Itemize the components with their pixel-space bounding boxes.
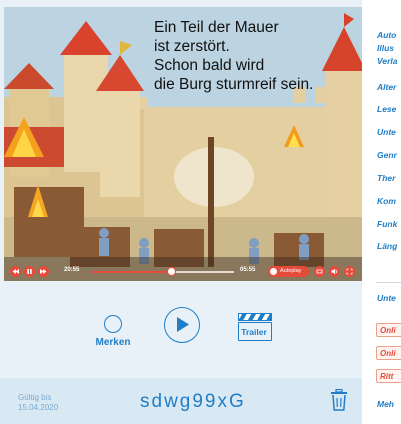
progress-track[interactable] [92, 271, 234, 273]
time-total: 05:55 [240, 267, 256, 273]
toggle-knob-icon [270, 268, 277, 275]
pause-icon[interactable] [24, 266, 35, 277]
merken-label: Merken [95, 337, 131, 348]
play-button[interactable] [164, 307, 200, 343]
detail-label: Kom [377, 196, 396, 206]
detail-label: Genr [377, 150, 397, 160]
progress-fill [92, 271, 172, 273]
category-tag[interactable]: Ritt [376, 369, 401, 383]
fullscreen-icon[interactable] [344, 266, 355, 277]
validity-date: 15.04.2020 [18, 403, 59, 412]
clapperboard-icon [238, 313, 272, 321]
autoplay-label: Autoplay [280, 268, 302, 274]
detail-label: Unte [377, 293, 396, 303]
sidebar-divider [376, 282, 401, 283]
trash-icon[interactable] [330, 389, 348, 411]
settings-icon[interactable] [314, 266, 325, 277]
clapperboard-body: Trailer [238, 322, 272, 341]
trailer-button[interactable]: Trailer [236, 313, 274, 343]
trailer-label: Trailer [241, 327, 267, 337]
detail-label: Alter [377, 82, 397, 92]
video-caption: Ein Teil der Mauer ist zerstört. Schon b… [154, 18, 354, 94]
detail-label: Ther [377, 173, 396, 183]
detail-label: Lese [377, 104, 397, 114]
caption-line: Schon bald wird [154, 57, 265, 74]
bookmark-circle-icon [104, 315, 122, 333]
detail-label: Funk [377, 219, 398, 229]
code-bar: Gültig bis 15.04.2020 sdwg99xG [0, 378, 362, 424]
action-row: Merken Trailer [0, 300, 362, 360]
caption-line: Ein Teil der Mauer [154, 19, 279, 36]
time-elapsed: 20:55 [64, 267, 80, 273]
progress-knob[interactable] [167, 267, 177, 276]
validity-label: Gültig bis [18, 393, 52, 402]
product-panel: Ein Teil der Mauer ist zerstört. Schon b… [0, 0, 362, 424]
validity-info: Gültig bis 15.04.2020 [18, 393, 58, 413]
detail-label: Auto [377, 30, 397, 40]
detail-label: Unte [377, 127, 396, 137]
detail-label: Illus [377, 43, 395, 53]
player-controls: 20:55 05:55 Autoplay [4, 262, 362, 281]
access-code: sdwg99xG [140, 391, 246, 412]
details-sidebar: Auto Illus Verla Alter Lese Unte Genr Th… [362, 0, 401, 424]
volume-icon[interactable] [329, 266, 340, 277]
caption-line: die Burg sturmreif sein. [154, 76, 314, 93]
merken-button[interactable]: Merken [90, 308, 136, 348]
play-icon [177, 317, 189, 332]
video-player[interactable]: Ein Teil der Mauer ist zerstört. Schon b… [4, 7, 362, 281]
category-tag[interactable]: Onli [376, 323, 401, 337]
autoplay-toggle[interactable]: Autoplay [268, 266, 309, 277]
more-link[interactable]: Meh [377, 399, 394, 409]
detail-label: Läng [377, 241, 398, 251]
detail-label: Verla [377, 56, 398, 66]
skip-forward-icon[interactable] [38, 266, 49, 277]
category-tag[interactable]: Onli [376, 346, 401, 360]
caption-line: ist zerstört. [154, 38, 230, 55]
skip-back-icon[interactable] [10, 266, 21, 277]
